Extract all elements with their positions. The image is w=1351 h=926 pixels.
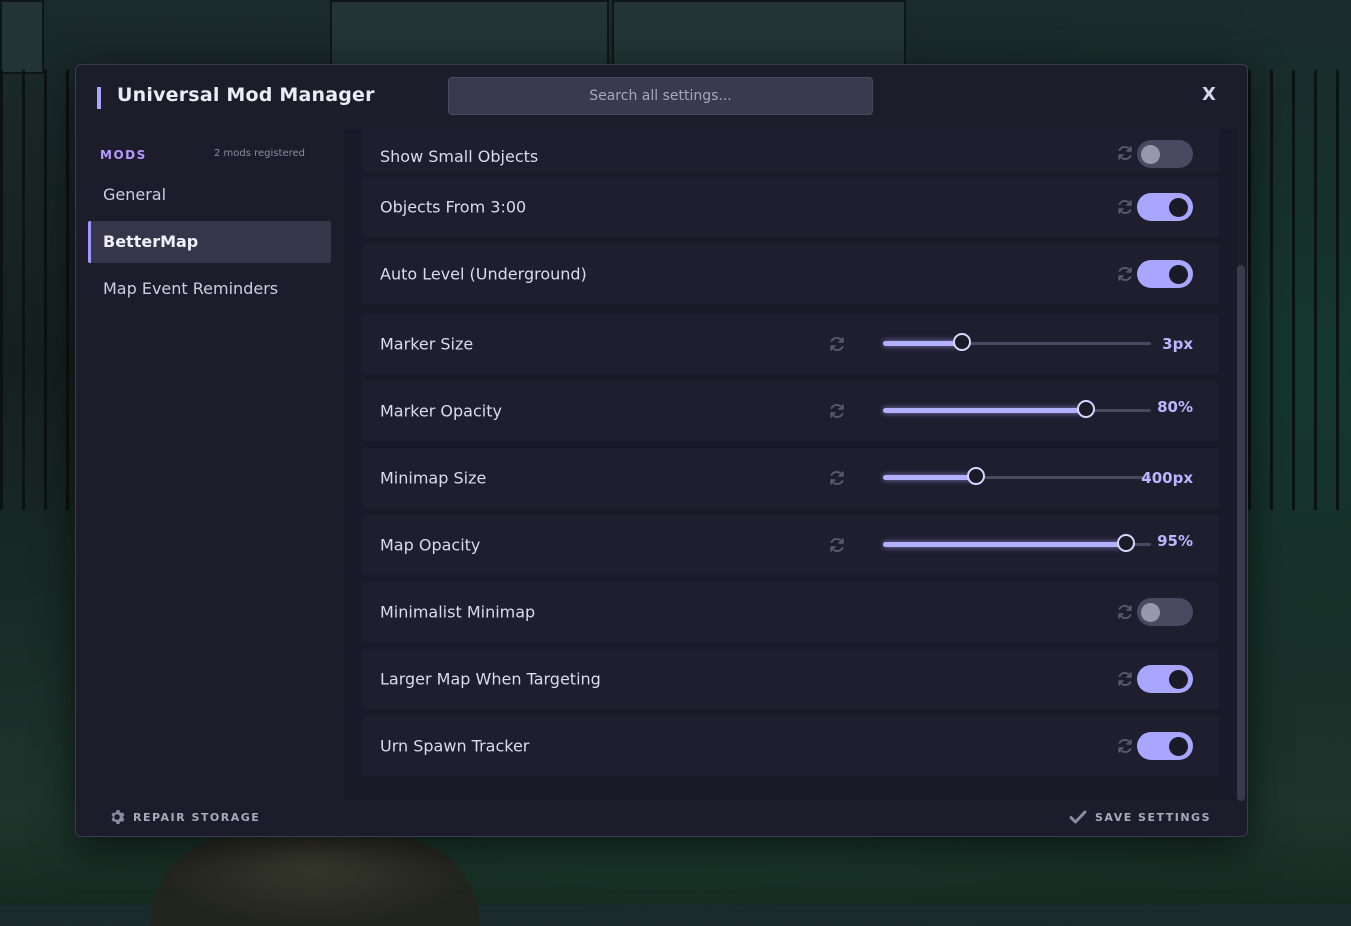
slider-marker-opacity[interactable] bbox=[883, 400, 1151, 418]
background-railing bbox=[1248, 70, 1351, 510]
toggle-show-small-objects[interactable] bbox=[1137, 140, 1193, 168]
reset-icon[interactable] bbox=[1116, 198, 1134, 216]
slider-thumb[interactable] bbox=[966, 467, 985, 485]
toggle-knob bbox=[1169, 198, 1188, 217]
mod-manager-dialog: Universal Mod Manager X MODS 2 mods regi… bbox=[75, 64, 1248, 837]
slider-value: 95% bbox=[1157, 532, 1193, 550]
setting-row: Marker Opacity 80% bbox=[362, 381, 1219, 441]
reset-icon[interactable] bbox=[828, 335, 846, 353]
setting-label: Map Opacity bbox=[380, 535, 481, 555]
setting-label: Auto Level (Underground) bbox=[380, 264, 587, 284]
checkmark-icon bbox=[1069, 810, 1087, 824]
toggle-knob bbox=[1169, 265, 1188, 284]
background-character bbox=[150, 836, 480, 926]
slider-marker-size[interactable] bbox=[883, 333, 1151, 351]
sidebar-item-bettermap[interactable]: BetterMap bbox=[88, 221, 331, 263]
slider-value: 80% bbox=[1157, 398, 1193, 416]
setting-label: Objects From 3:00 bbox=[380, 197, 527, 217]
slider-fill bbox=[883, 341, 964, 346]
reset-icon[interactable] bbox=[828, 536, 846, 554]
repair-storage-button[interactable]: REPAIR STORAGE bbox=[109, 809, 260, 825]
setting-label: Minimalist Minimap bbox=[380, 602, 536, 622]
gear-icon bbox=[111, 810, 125, 824]
slider-fill bbox=[883, 542, 1127, 547]
toggle-knob bbox=[1169, 670, 1188, 689]
slider-thumb[interactable] bbox=[953, 333, 972, 351]
mods-section-label: MODS bbox=[100, 148, 147, 162]
slider-value: 400px bbox=[1141, 469, 1193, 487]
setting-row: Auto Level (Underground) bbox=[362, 244, 1219, 304]
background-railing bbox=[0, 70, 75, 510]
title-accent-bar bbox=[97, 87, 101, 109]
setting-label: Show Small Objects bbox=[380, 147, 539, 166]
toggle-urn-spawn-tracker[interactable] bbox=[1137, 732, 1193, 760]
save-settings-button[interactable]: SAVE SETTINGS bbox=[1069, 809, 1211, 825]
setting-label: Urn Spawn Tracker bbox=[380, 736, 530, 756]
mods-count: 2 mods registered bbox=[214, 148, 305, 159]
settings-scrollbar[interactable] bbox=[1237, 265, 1245, 801]
setting-row: Minimalist Minimap bbox=[362, 582, 1219, 642]
toggle-knob bbox=[1141, 145, 1160, 164]
reset-icon[interactable] bbox=[1116, 265, 1134, 283]
background-window bbox=[330, 0, 609, 74]
setting-row: Minimap Size 400px bbox=[362, 448, 1219, 508]
repair-storage-label: REPAIR STORAGE bbox=[133, 810, 261, 824]
slider-fill bbox=[883, 475, 977, 480]
reset-icon[interactable] bbox=[1116, 144, 1134, 162]
slider-thumb[interactable] bbox=[1116, 534, 1135, 552]
sidebar-item-general[interactable]: General bbox=[88, 174, 331, 216]
dialog-title: Universal Mod Manager bbox=[117, 84, 375, 106]
slider-value: 3px bbox=[1162, 335, 1193, 353]
slider-thumb[interactable] bbox=[1076, 400, 1095, 418]
setting-label: Larger Map When Targeting bbox=[380, 669, 601, 689]
toggle-objects-from-3-00[interactable] bbox=[1137, 193, 1193, 221]
toggle-knob bbox=[1141, 603, 1160, 622]
dialog-header: Universal Mod Manager X bbox=[76, 65, 1247, 129]
toggle-larger-map-when-targeting[interactable] bbox=[1137, 665, 1193, 693]
setting-row: Urn Spawn Tracker bbox=[362, 716, 1219, 776]
sidebar-item-map-event-reminders[interactable]: Map Event Reminders bbox=[88, 268, 331, 310]
reset-icon[interactable] bbox=[828, 402, 846, 420]
setting-label: Marker Opacity bbox=[380, 401, 502, 421]
slider-fill bbox=[883, 408, 1087, 413]
search-input[interactable] bbox=[448, 77, 873, 115]
background-window bbox=[612, 0, 906, 74]
reset-icon[interactable] bbox=[1116, 737, 1134, 755]
toggle-auto-level-underground[interactable] bbox=[1137, 260, 1193, 288]
setting-label: Marker Size bbox=[380, 334, 474, 354]
setting-row: Marker Size 3px bbox=[362, 314, 1219, 374]
save-settings-label: SAVE SETTINGS bbox=[1095, 810, 1211, 824]
sidebar: MODS 2 mods registered General BetterMap… bbox=[76, 129, 344, 801]
toggle-minimalist-minimap[interactable] bbox=[1137, 598, 1193, 626]
reset-icon[interactable] bbox=[828, 469, 846, 487]
reset-icon[interactable] bbox=[1116, 670, 1134, 688]
close-button[interactable]: X bbox=[1198, 84, 1220, 110]
setting-label: Minimap Size bbox=[380, 468, 487, 488]
background-window bbox=[0, 0, 44, 74]
setting-row: Show Small Objects bbox=[362, 129, 1219, 172]
slider-minimap-size[interactable] bbox=[883, 467, 1151, 485]
setting-row: Map Opacity 95% bbox=[362, 515, 1219, 575]
dialog-footer: REPAIR STORAGE SAVE SETTINGS bbox=[76, 801, 1247, 836]
reset-icon[interactable] bbox=[1116, 603, 1134, 621]
slider-map-opacity[interactable] bbox=[883, 534, 1151, 552]
setting-row: Larger Map When Targeting bbox=[362, 649, 1219, 709]
settings-panel: Show Small Objects Objects From 3:00 Aut… bbox=[344, 129, 1237, 801]
setting-row: Objects From 3:00 bbox=[362, 177, 1219, 237]
toggle-knob bbox=[1169, 737, 1188, 756]
